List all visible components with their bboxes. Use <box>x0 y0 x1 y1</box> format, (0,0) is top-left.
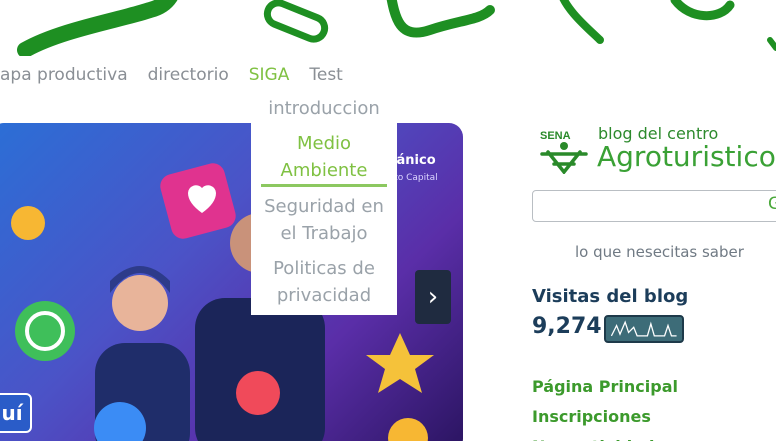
menu-item-introduccion[interactable]: introduccion <box>251 95 397 122</box>
hero-cta-button[interactable]: uí <box>0 393 32 433</box>
menu-item-seguridad-trabajo[interactable]: Seguridad en el Trabajo <box>251 193 397 247</box>
sena-logo-icon: SENA <box>540 130 588 174</box>
menu-item-medio-ambiente[interactable]: Medio Ambiente <box>251 130 397 184</box>
visits-heading: Visitas del blog <box>532 286 689 307</box>
menu-divider <box>261 184 387 187</box>
link-normatividad[interactable]: Normatividad <box>532 432 678 441</box>
link-pagina-principal[interactable]: Página Principal <box>532 372 678 402</box>
header-decoration <box>17 0 776 56</box>
menu-item-politicas-privacidad[interactable]: Politicas de privacidad <box>251 255 397 309</box>
chevron-right-icon: › <box>427 282 439 312</box>
sidebar-links: Página Principal Inscripciones Normativi… <box>532 372 678 441</box>
main-nav: apa productiva directorio SIGA Test <box>0 62 353 88</box>
siga-dropdown-menu: introduccion Medio Ambiente Seguridad en… <box>251 93 397 315</box>
visits-count: 9,274 <box>532 314 602 339</box>
nav-item-directorio[interactable]: directorio <box>138 65 239 85</box>
blog-tagline: lo que nesecitas saber <box>575 243 744 261</box>
nav-item-test[interactable]: Test <box>299 65 352 85</box>
hero-cta-label: uí <box>1 401 23 425</box>
carousel-next-button[interactable]: › <box>415 270 451 324</box>
blog-title[interactable]: Agroturistico <box>597 140 776 173</box>
nav-item-etapa-productiva[interactable]: apa productiva <box>0 65 138 85</box>
nav-item-siga[interactable]: SIGA <box>239 65 300 85</box>
visits-sparkline <box>604 315 684 343</box>
search-input[interactable] <box>532 190 776 222</box>
search-icon[interactable]: G <box>768 194 776 214</box>
sena-logo-text: SENA <box>540 130 571 142</box>
link-inscripciones[interactable]: Inscripciones <box>532 402 678 432</box>
